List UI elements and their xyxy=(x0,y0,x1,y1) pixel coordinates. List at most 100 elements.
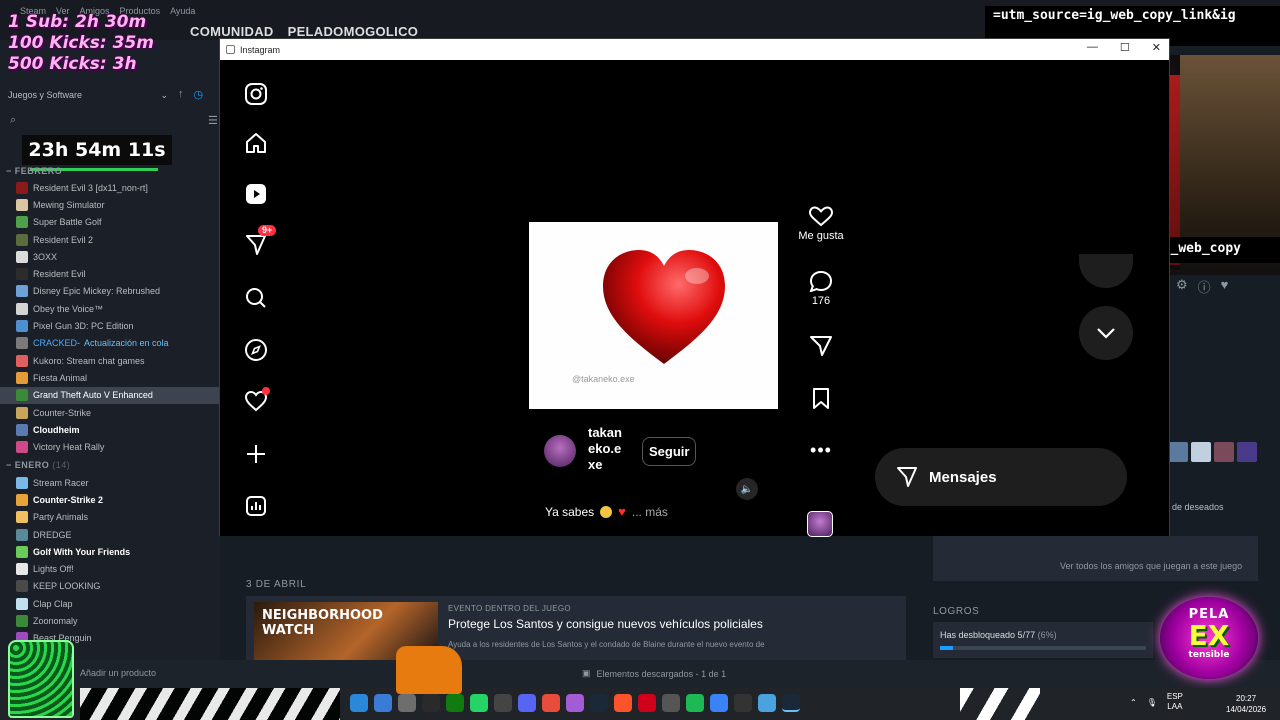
game-list-item[interactable]: Resident Evil xyxy=(0,265,220,282)
game-list-item[interactable]: Victory Heat Rally xyxy=(0,438,220,455)
more-options-button[interactable]: ••• xyxy=(788,439,854,461)
app-icon[interactable] xyxy=(566,694,584,712)
follow-button[interactable]: Seguir xyxy=(642,437,697,466)
section-enero[interactable]: − ENERO (14) xyxy=(6,460,70,470)
home-icon[interactable] xyxy=(242,129,270,157)
app-icon[interactable] xyxy=(710,694,728,712)
game-list-item[interactable]: Counter-Strike xyxy=(0,404,220,421)
filter-list-icon[interactable]: ☰ xyxy=(208,114,218,127)
messages-button[interactable]: Mensajes xyxy=(875,448,1127,506)
app-icon[interactable] xyxy=(494,694,512,712)
info-icon[interactable]: ⓘ xyxy=(1198,277,1211,296)
discord-icon[interactable] xyxy=(518,694,536,712)
epic-games-icon[interactable] xyxy=(422,694,440,712)
game-list-item[interactable]: DREDGE xyxy=(0,526,220,543)
close-icon[interactable]: ✕ xyxy=(1152,41,1161,54)
game-list-item[interactable]: Fiesta Animal xyxy=(0,369,220,386)
nav-profile[interactable]: PELADOMOGOLICO xyxy=(288,24,419,39)
whatsapp-icon[interactable] xyxy=(470,694,488,712)
window-titlebar[interactable]: Instagram — ☐ ✕ xyxy=(220,39,1169,60)
achievements-progress-fill xyxy=(940,646,954,650)
minimize-icon[interactable]: — xyxy=(1087,41,1098,54)
game-list-item[interactable]: Pixel Gun 3D: PC Edition xyxy=(0,317,220,334)
language-indicator[interactable]: ESP LAA xyxy=(1167,692,1183,712)
game-list-item[interactable]: Grand Theft Auto V Enhanced xyxy=(0,386,220,404)
download-status[interactable]: ▣ Elementos descargados - 1 de 1 xyxy=(582,668,726,679)
taskbar-clock[interactable]: 20:27 14/04/2026 xyxy=(1226,693,1266,715)
windows-start-icon[interactable] xyxy=(350,694,368,712)
audio-thumbnail[interactable] xyxy=(807,511,833,537)
game-list-item[interactable]: Party Animals xyxy=(0,509,220,526)
game-list-item[interactable]: Lights Off! xyxy=(0,560,220,577)
previous-reel-button[interactable] xyxy=(1079,254,1133,288)
direct-messages-icon[interactable]: 9+ xyxy=(242,225,277,259)
app-icon[interactable] xyxy=(638,694,656,712)
author-username[interactable]: takan eko.e xe xyxy=(588,425,630,473)
achievements-box[interactable]: Has desbloqueado 5/77 (6%) xyxy=(933,622,1153,658)
game-list-item[interactable]: Stream Racer xyxy=(0,474,220,491)
explore-compass-icon[interactable] xyxy=(242,336,270,364)
game-list-item[interactable]: Resident Evil 2 xyxy=(0,231,220,248)
xbox-icon[interactable] xyxy=(446,694,464,712)
task-view-icon[interactable] xyxy=(398,694,416,712)
friend-avatar[interactable] xyxy=(1168,442,1188,462)
more-link[interactable]: ... más xyxy=(632,505,668,519)
search-icon[interactable]: ⌕ xyxy=(10,114,16,127)
app-icon[interactable] xyxy=(734,694,752,712)
game-list-item[interactable]: Kukoro: Stream chat games xyxy=(0,352,220,369)
friend-avatar[interactable] xyxy=(1214,442,1234,462)
steam-active-icon[interactable] xyxy=(782,694,800,712)
game-list-item[interactable]: Cloudheim xyxy=(0,421,220,438)
nav-comunidad[interactable]: COMUNIDAD xyxy=(190,24,274,39)
reels-icon[interactable] xyxy=(242,180,270,208)
save-button[interactable] xyxy=(788,387,854,409)
app-icon[interactable] xyxy=(758,694,776,712)
game-list-item[interactable]: CRACKED - Actualización en cola xyxy=(0,335,220,352)
event-title[interactable]: Protege Los Santos y consigue nuevos veh… xyxy=(448,617,763,631)
create-plus-icon[interactable] xyxy=(242,440,270,468)
brave-icon[interactable] xyxy=(614,694,632,712)
recent-clock-icon[interactable]: ◷ xyxy=(194,88,204,101)
heart-icon[interactable]: ♥ xyxy=(1221,277,1229,296)
like-button[interactable]: Me gusta xyxy=(788,205,854,242)
author-avatar[interactable] xyxy=(544,435,576,467)
reel-player[interactable]: @takaneko.exe takan eko.e xe Seguir 🔈 Ya… xyxy=(529,77,778,519)
game-list-item[interactable]: Clap Clap xyxy=(0,595,220,612)
game-list-item[interactable]: Mewing Simulator xyxy=(0,196,220,213)
app-icon[interactable] xyxy=(662,694,680,712)
game-list-item[interactable]: Zoonomaly xyxy=(0,612,220,629)
insights-icon[interactable] xyxy=(242,492,270,520)
game-icon xyxy=(16,406,28,419)
microphone-icon[interactable]: 🎙 xyxy=(1147,698,1157,707)
game-list-item[interactable]: Obey the Voice™ xyxy=(0,300,220,317)
comment-button[interactable]: 176 xyxy=(788,270,854,307)
maximize-icon[interactable]: ☐ xyxy=(1120,41,1130,54)
add-product-button[interactable]: Añadir un producto xyxy=(80,668,156,678)
game-list-item[interactable]: KEEP LOOKING xyxy=(0,578,220,595)
notifications-heart-icon[interactable] xyxy=(242,387,270,415)
app-icon[interactable] xyxy=(542,694,560,712)
gear-icon[interactable]: ⚙ xyxy=(1176,277,1188,296)
game-list-item[interactable]: Resident Evil 3 [dx11_non-rt] xyxy=(0,179,220,196)
library-filter-dropdown[interactable]: Juegos y Software ⌄ xyxy=(8,90,168,101)
tray-arrow-icon[interactable]: ⌃ xyxy=(1130,698,1137,707)
friend-avatar[interactable] xyxy=(1191,442,1211,462)
game-list-item[interactable]: Counter-Strike 2 xyxy=(0,491,220,508)
search-icon[interactable] xyxy=(242,284,270,312)
spotify-icon[interactable] xyxy=(686,694,704,712)
steam-icon[interactable] xyxy=(590,694,608,712)
next-reel-button[interactable] xyxy=(1079,306,1133,360)
friend-avatar[interactable] xyxy=(1237,442,1257,462)
instagram-logo-icon[interactable] xyxy=(242,80,270,108)
share-button[interactable] xyxy=(788,335,854,357)
game-list-item[interactable]: Super Battle Golf xyxy=(0,214,220,231)
game-list-item[interactable]: Golf With Your Friends xyxy=(0,543,220,560)
friends-link[interactable]: Ver todos los amigos que juegan a este j… xyxy=(1060,561,1242,571)
event-card[interactable]: NEIGHBORHOOD WATCH EVENTO DENTRO DEL JUE… xyxy=(246,596,906,660)
search-icon[interactable] xyxy=(374,694,392,712)
section-febrero[interactable]: − FEBRERO xyxy=(6,166,62,176)
volume-icon[interactable]: 🔈 xyxy=(736,478,758,500)
sort-arrow-icon[interactable]: ↑ xyxy=(178,88,184,101)
game-list-item[interactable]: 3OXX xyxy=(0,248,220,265)
game-list-item[interactable]: Disney Epic Mickey: Rebrushed xyxy=(0,283,220,300)
